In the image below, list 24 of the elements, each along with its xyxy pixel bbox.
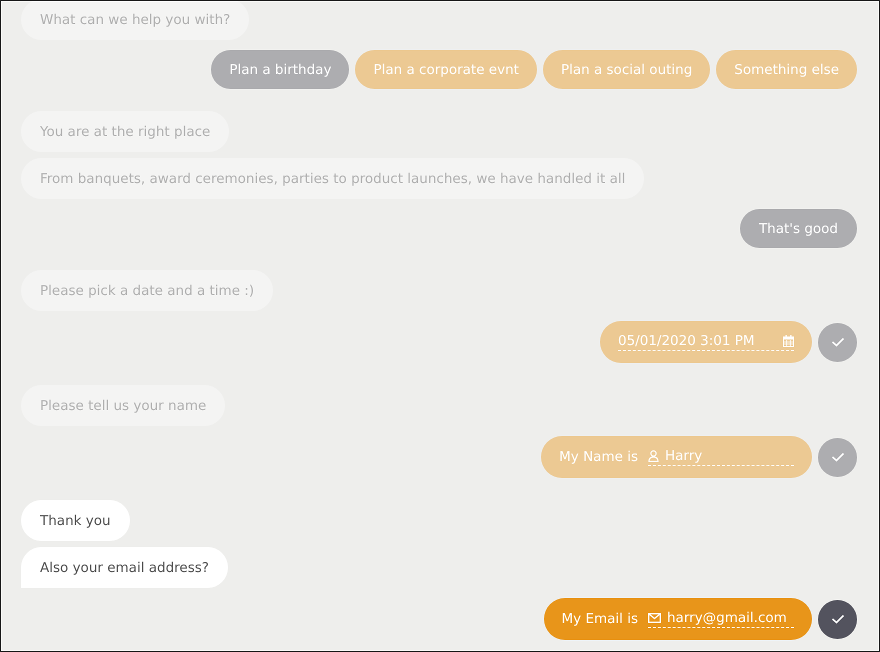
option-chip[interactable]: Plan a corporate evnt	[355, 50, 537, 89]
input-field[interactable]: Harry	[648, 448, 794, 466]
checkmark-icon	[830, 337, 844, 347]
bot-message: What can we help you with?	[21, 1, 250, 40]
person-icon	[648, 450, 659, 462]
option-chip[interactable]: Plan a birthday	[211, 50, 350, 89]
bot-message: Please tell us your name	[21, 385, 226, 426]
bot-message: Also your email address?	[21, 547, 228, 588]
checkmark-icon	[830, 452, 844, 462]
bot-message: You are at the right place	[21, 111, 230, 152]
calendar-icon	[783, 335, 794, 347]
bot-message: Thank you	[21, 500, 130, 541]
bot-message: From banquets, award ceremonies, parties to product launches, we have handled it all	[21, 158, 644, 199]
field-label: My Email is	[562, 611, 638, 627]
confirm-button[interactable]	[818, 600, 857, 638]
envelope-icon	[648, 613, 661, 623]
user-message: That's good	[740, 209, 857, 248]
field-label: My Name is	[559, 449, 638, 465]
input-field[interactable]: 05/01/2020 3:01 PM	[618, 333, 794, 351]
option-chip[interactable]: Plan a social outing	[542, 50, 710, 89]
option-chip[interactable]: Something else	[716, 50, 857, 89]
checkmark-icon	[830, 614, 844, 624]
input-field[interactable]: harry@gmail.com	[648, 610, 794, 628]
bot-message: Please pick a date and a time :)	[21, 270, 274, 311]
